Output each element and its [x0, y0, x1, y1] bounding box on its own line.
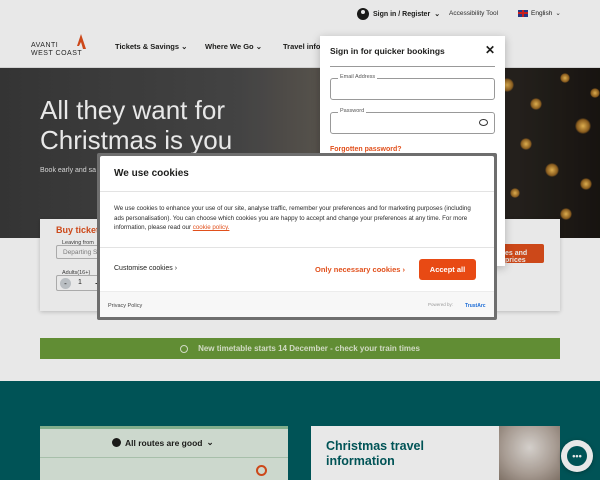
email-field[interactable]: [330, 78, 495, 100]
customise-cookies-button[interactable]: Customise cookies ›: [114, 265, 177, 272]
password-label: Password: [338, 108, 367, 114]
email-label: Email Address: [338, 74, 378, 80]
only-necessary-cookies-button[interactable]: Only necessary cookies ›: [315, 265, 405, 274]
cookie-consent-modal: We use cookies We use cookies to enhance…: [100, 156, 494, 317]
cookie-body-text: We use cookies to enhance your use of ou…: [114, 205, 471, 231]
forgotten-password-link[interactable]: Forgotten password?: [330, 146, 402, 153]
password-field[interactable]: [330, 112, 495, 134]
signin-title: Sign in for quicker bookings: [330, 46, 445, 56]
trustarc-logo[interactable]: TrustArc: [465, 303, 486, 309]
accept-all-button[interactable]: Accept all: [419, 259, 476, 280]
cookie-divider-bottom: [100, 247, 494, 248]
signin-divider: [330, 66, 495, 67]
cookie-body: We use cookies to enhance your use of ou…: [114, 204, 480, 233]
close-icon[interactable]: ✕: [485, 43, 495, 57]
cookie-title: We use cookies: [114, 168, 189, 179]
cookie-footer: Privacy Policy Powered by: TrustArc: [100, 291, 494, 317]
eye-icon[interactable]: [479, 119, 488, 126]
privacy-policy-link[interactable]: Privacy Policy: [108, 303, 142, 309]
powered-by-label: Powered by:: [428, 302, 454, 307]
cookie-divider-top: [100, 191, 494, 192]
cookie-policy-link[interactable]: cookie policy.: [193, 224, 230, 231]
